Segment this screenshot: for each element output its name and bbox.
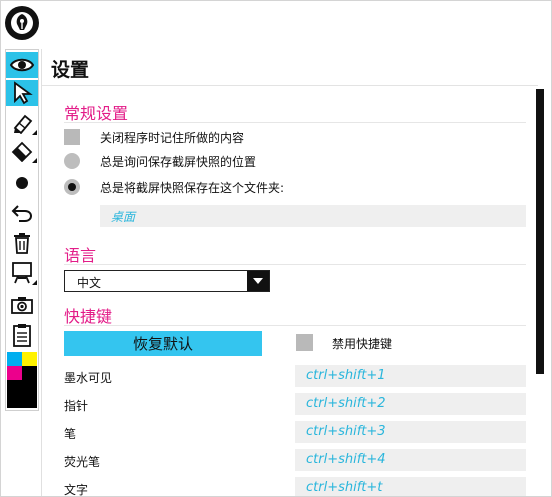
checkbox[interactable] bbox=[296, 334, 313, 351]
color-swatch-yellow[interactable] bbox=[22, 352, 37, 366]
option-label: 关闭程序时记住所做的内容 bbox=[100, 131, 245, 145]
eye-icon[interactable] bbox=[6, 52, 38, 78]
hotkey-field[interactable]: ctrl+shift+1 bbox=[295, 365, 526, 387]
option-label: 总是询问保存截屏快照的位置 bbox=[100, 155, 257, 169]
section-general-header: 常规设置 bbox=[64, 104, 129, 123]
marker-icon[interactable] bbox=[6, 110, 38, 136]
hotkey-field[interactable]: ctrl+shift+3 bbox=[295, 421, 526, 443]
hotkey-value: ctrl+shift+t bbox=[306, 480, 383, 495]
pointer-icon[interactable] bbox=[6, 80, 38, 106]
hotkey-field[interactable]: ctrl+shift+2 bbox=[295, 393, 526, 415]
section-divider bbox=[64, 325, 526, 326]
radio-button-selected[interactable] bbox=[64, 179, 80, 195]
hotkey-row: 指针 ctrl+shift+2 bbox=[64, 393, 526, 415]
current-color-swatch[interactable] bbox=[7, 380, 37, 408]
restore-defaults-button[interactable]: 恢复默认 bbox=[64, 331, 262, 356]
hotkey-name: 笔 bbox=[64, 427, 77, 441]
option-label: 禁用快捷键 bbox=[332, 337, 393, 351]
section-divider bbox=[64, 122, 526, 123]
hotkey-field[interactable]: ctrl+shift+4 bbox=[295, 449, 526, 471]
camera-icon[interactable] bbox=[6, 292, 38, 318]
hotkey-row: 荧光笔 ctrl+shift+4 bbox=[64, 449, 526, 471]
hotkey-row: 笔 ctrl+shift+3 bbox=[64, 421, 526, 443]
language-select-value: 中文 bbox=[77, 276, 102, 290]
hotkey-name: 指针 bbox=[64, 399, 89, 413]
undo-icon[interactable] bbox=[6, 200, 38, 226]
color-swatch-cyan[interactable] bbox=[7, 352, 22, 366]
option-label: 总是将截屏快照保存在这个文件夹: bbox=[100, 181, 285, 195]
pen-nib-logo-icon[interactable] bbox=[5, 6, 39, 40]
page-title: 设置 bbox=[51, 59, 90, 81]
hotkey-field[interactable]: ctrl+shift+t bbox=[295, 477, 526, 496]
clipboard-icon[interactable] bbox=[6, 322, 38, 348]
hotkey-name: 文字 bbox=[64, 483, 89, 496]
chevron-down-icon[interactable] bbox=[247, 271, 269, 291]
dot-icon[interactable] bbox=[6, 170, 38, 196]
hotkey-name: 墨水可见 bbox=[64, 371, 113, 385]
folder-path-value: 桌面 bbox=[111, 210, 136, 224]
hotkey-value: ctrl+shift+1 bbox=[306, 368, 386, 383]
hotkey-row: 墨水可见 ctrl+shift+1 bbox=[64, 365, 526, 387]
hotkey-value: ctrl+shift+2 bbox=[306, 396, 386, 411]
folder-path-field[interactable]: 桌面 bbox=[100, 205, 526, 227]
section-divider bbox=[64, 264, 526, 265]
radio-button[interactable] bbox=[64, 153, 80, 169]
hotkey-row: 文字 ctrl+shift+t bbox=[64, 477, 526, 496]
trash-icon[interactable] bbox=[6, 230, 38, 256]
checkbox[interactable] bbox=[64, 129, 80, 145]
section-hotkeys-header: 快捷键 bbox=[64, 307, 113, 326]
app-window: 设置 常规设置 关闭程序时记住所做的内容 总是询问保存截屏快照的位置 总是将截屏… bbox=[0, 0, 552, 497]
vertical-scrollbar[interactable] bbox=[536, 89, 544, 374]
settings-panel: 设置 常规设置 关闭程序时记住所做的内容 总是询问保存截屏快照的位置 总是将截屏… bbox=[41, 49, 546, 496]
title-divider bbox=[42, 85, 538, 86]
color-palette[interactable] bbox=[7, 352, 37, 408]
section-language-header: 语言 bbox=[64, 246, 97, 265]
hotkey-value: ctrl+shift+4 bbox=[306, 452, 386, 467]
whiteboard-icon[interactable] bbox=[6, 260, 38, 286]
eraser-icon[interactable] bbox=[6, 138, 38, 164]
color-swatch-black[interactable] bbox=[22, 366, 37, 380]
hotkey-value: ctrl+shift+3 bbox=[306, 424, 386, 439]
hotkey-name: 荧光笔 bbox=[64, 455, 101, 469]
left-toolbar bbox=[5, 49, 39, 411]
language-select[interactable]: 中文 bbox=[64, 270, 270, 292]
color-swatch-magenta[interactable] bbox=[7, 366, 22, 380]
